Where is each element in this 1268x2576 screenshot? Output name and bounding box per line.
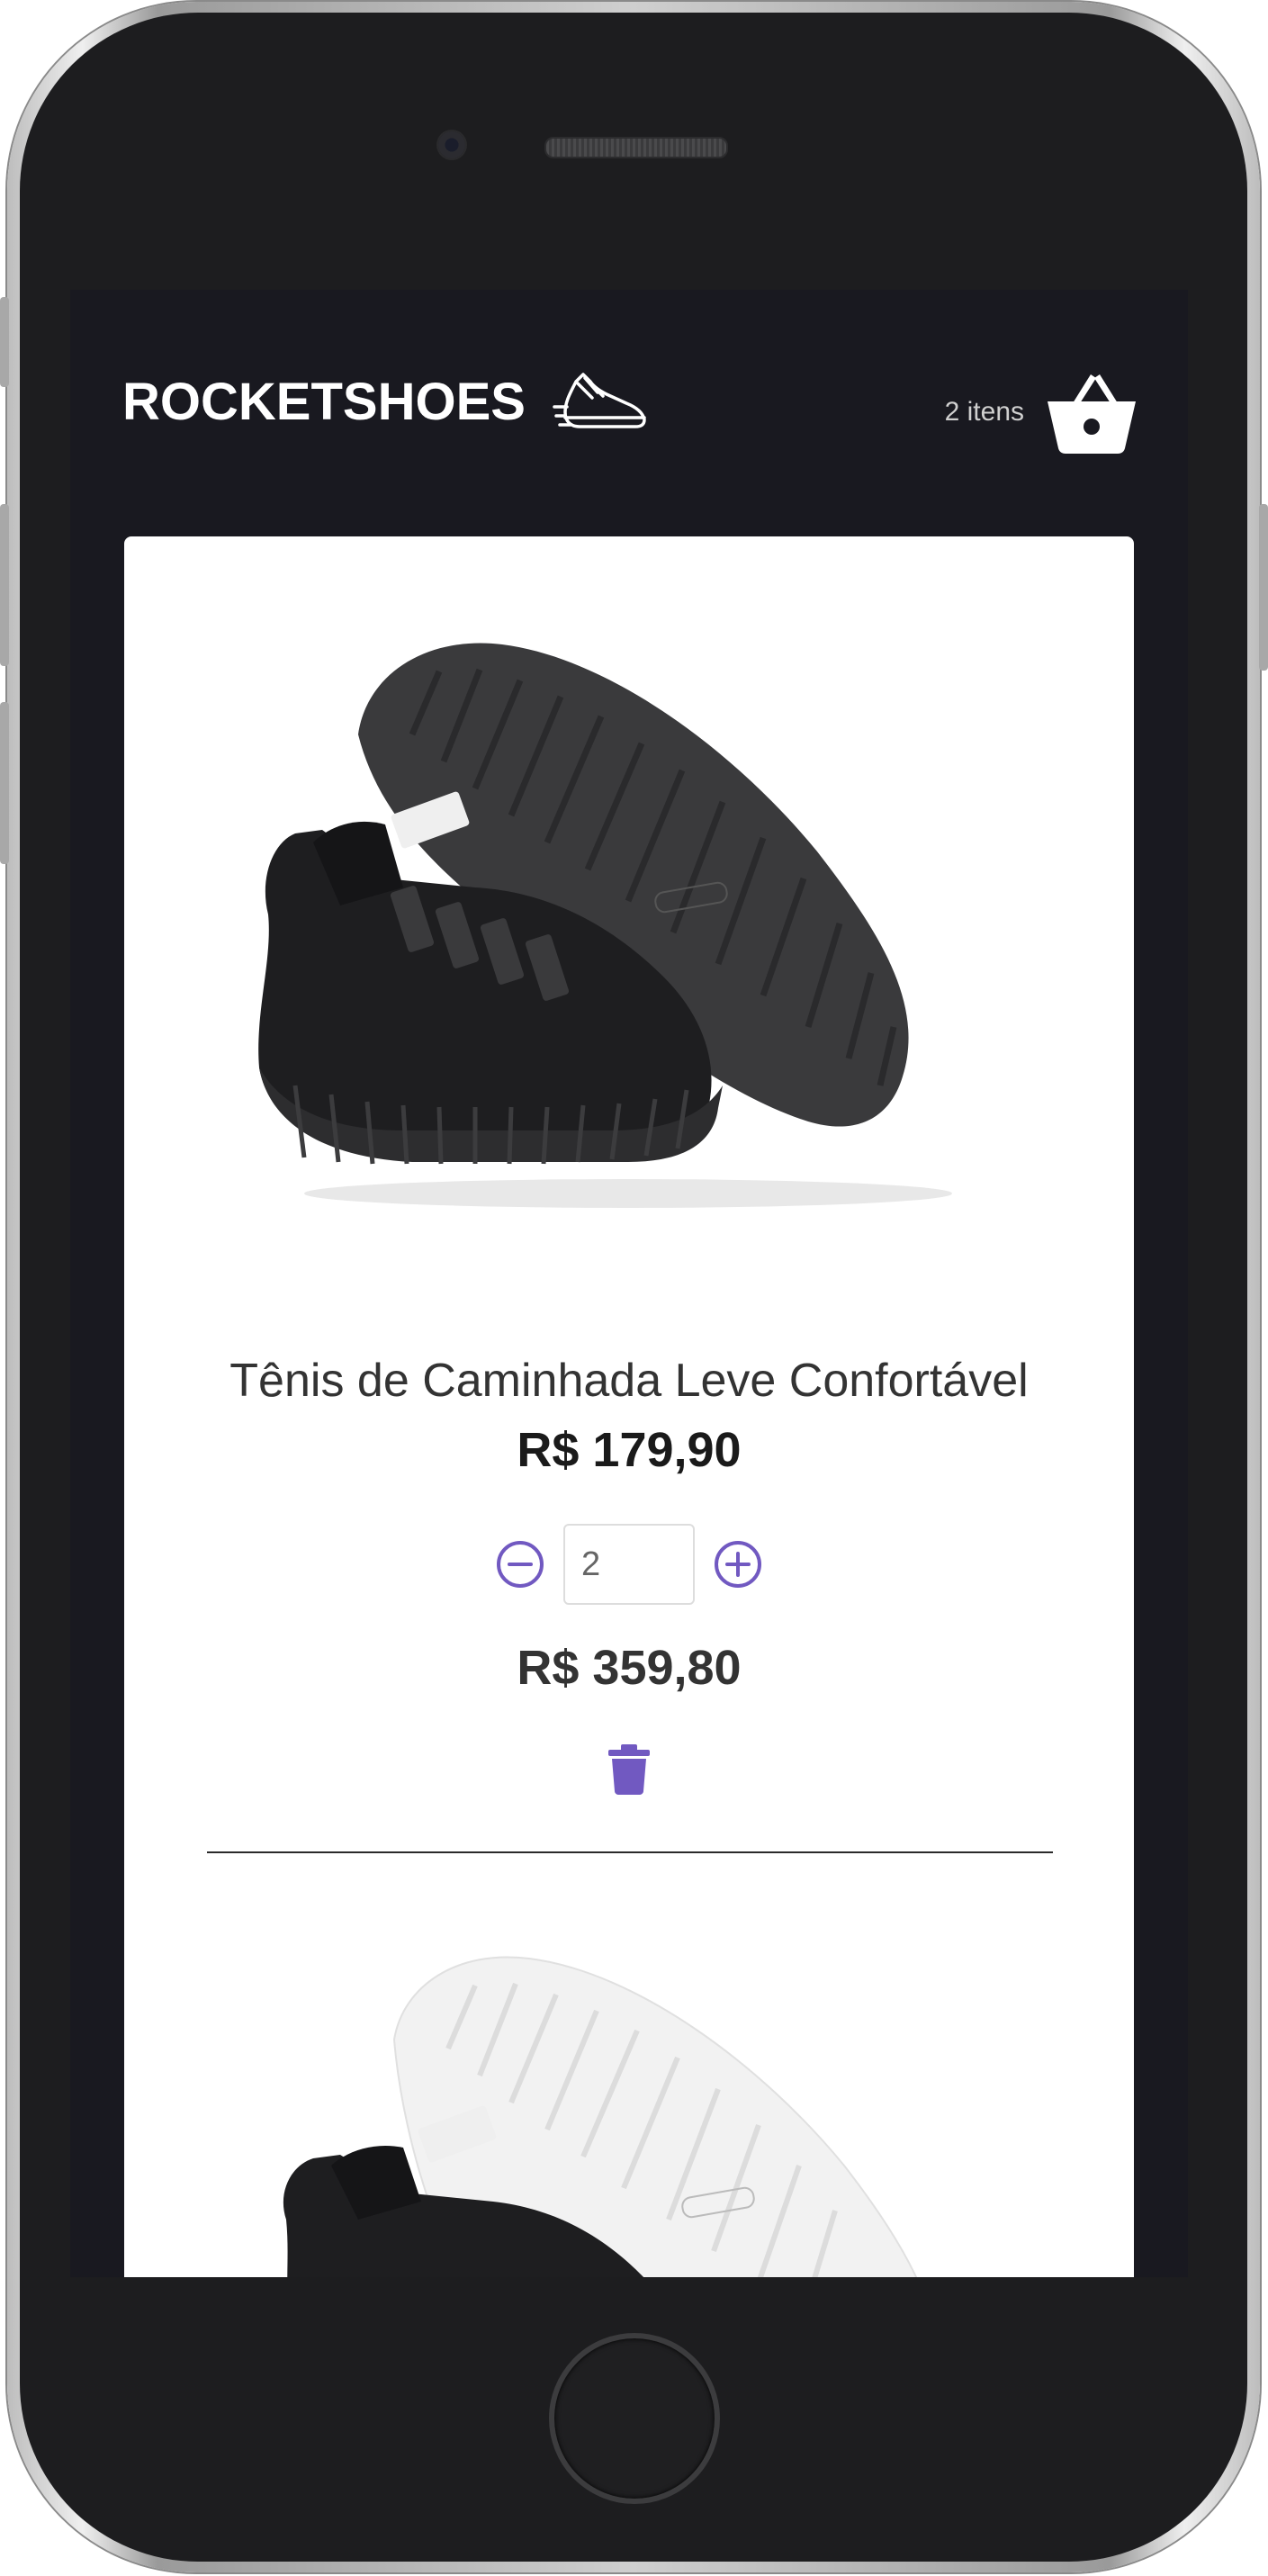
logo-link[interactable]: ROCKETSHOES — [122, 365, 650, 437]
basket-icon — [1048, 374, 1136, 454]
cart-count: 2 itens — [944, 397, 1024, 427]
volume-up-button — [0, 504, 9, 666]
decrement-icon[interactable] — [495, 1539, 545, 1590]
home-button[interactable] — [549, 2333, 720, 2504]
product-title: Tênis de Caminhada Leve Confortável — [229, 1355, 1029, 1407]
cart-card: Tênis de Caminhada Leve Confortável R$ 1… — [124, 536, 1134, 2277]
item-subtotal: R$ 359,80 — [517, 1641, 742, 1695]
logo-text: ROCKETSHOES — [122, 372, 526, 431]
cart-link[interactable]: 2 itens — [945, 371, 1138, 454]
power-button — [1259, 504, 1268, 671]
product-image — [258, 643, 952, 1208]
volume-down-button — [0, 702, 9, 864]
item-divider — [207, 1851, 1053, 1853]
front-camera — [438, 131, 465, 158]
increment-icon[interactable] — [713, 1539, 763, 1590]
quantity-stepper — [124, 1523, 1134, 1606]
product-image — [283, 1956, 918, 2277]
app-header: ROCKETSHOES 2 itens — [70, 290, 1188, 536]
app-screen: ROCKETSHOES 2 itens Tênis de Caminhada L… — [70, 290, 1188, 2277]
mute-switch — [0, 297, 9, 387]
quantity-input[interactable] — [563, 1524, 695, 1605]
trash-icon[interactable] — [607, 1744, 652, 1795]
product-price: R$ 179,90 — [517, 1423, 742, 1477]
running-shoe-icon — [553, 373, 646, 428]
earpiece-speaker — [544, 137, 728, 158]
